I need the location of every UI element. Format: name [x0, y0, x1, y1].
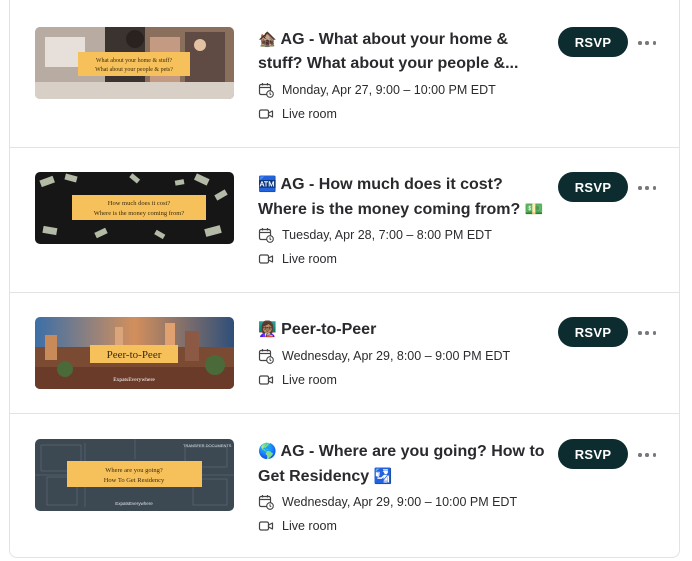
event-location: Live room [258, 371, 337, 389]
more-horizontal-icon [638, 453, 642, 457]
video-camera-icon [258, 521, 274, 531]
thumbnail-text-line: ExpatsEverywhere [115, 501, 153, 506]
event-date: Monday, Apr 27, 9:00 – 10:00 PM EDT [258, 81, 496, 99]
event-date: Tuesday, Apr 28, 7:00 – 8:00 PM EDT [258, 226, 492, 244]
event-emoji: 🌎 [258, 442, 277, 460]
event-title-text: AG - How much does it cost? Where is the… [258, 176, 521, 218]
event-row[interactable]: How much does it cost? Where is the mone… [10, 148, 679, 293]
rsvp-button[interactable]: RSVP [558, 27, 628, 57]
event-title[interactable]: 🌎 AG - Where are you going? How to Get R… [258, 439, 553, 489]
event-emoji: 🏚️ [258, 30, 277, 48]
more-options-button[interactable] [638, 38, 656, 48]
event-date: Wednesday, Apr 29, 9:00 – 10:00 PM EDT [258, 493, 517, 511]
event-location-text: Live room [282, 519, 337, 533]
event-thumbnail[interactable]: Peer-to-Peer ExpatsEverywhere [35, 317, 234, 389]
calendar-clock-icon [258, 83, 274, 98]
video-camera-icon [258, 375, 274, 385]
event-thumbnail[interactable]: What about your home & stuff? What about… [35, 27, 234, 99]
thumbnail-text-line: What about your home & stuff? [96, 57, 173, 64]
thumbnail-text-line: Where are you going? [105, 467, 163, 474]
event-location-text: Live room [282, 107, 337, 121]
event-title-suffix-emoji: 💵 [524, 200, 544, 218]
thumbnail-text-line: What about your people & pets? [95, 67, 173, 73]
event-list: What about your home & stuff? What about… [9, 0, 680, 558]
event-emoji: 👩🏽‍🏫 [258, 320, 277, 338]
thumbnail-text-line: TRANSFER DOCUMENTS [183, 443, 232, 448]
video-camera-icon [258, 254, 274, 264]
event-title[interactable]: 👩🏽‍🏫 Peer-to-Peer [258, 317, 553, 342]
event-emoji: 🏧 [258, 175, 277, 193]
event-thumbnail[interactable]: TRANSFER DOCUMENTS Where are you going? … [35, 439, 234, 511]
event-date-text: Wednesday, Apr 29, 9:00 – 10:00 PM EDT [282, 495, 518, 509]
event-date-text: Monday, Apr 27, 9:00 – 10:00 PM EDT [282, 83, 496, 97]
calendar-clock-icon [258, 349, 274, 364]
thumbnail-text-line: ExpatsEverywhere [113, 377, 155, 383]
event-title[interactable]: 🏧 AG - How much does it cost? Where is t… [258, 172, 553, 222]
event-title[interactable]: 🏚️ AG - What about your home & stuff? Wh… [258, 27, 553, 76]
thumbnail-text-line: How To Get Residency [104, 477, 165, 484]
event-title-text: AG - Where are you going? How to Get Res… [258, 443, 545, 485]
rsvp-button[interactable]: RSVP [558, 172, 628, 202]
thumbnail-text-line: Peer-to-Peer [107, 349, 162, 361]
event-location-text: Live room [282, 373, 337, 387]
event-location: Live room [258, 105, 337, 123]
event-title-text: AG - What about your home & stuff? What … [258, 31, 519, 72]
video-camera-icon [258, 109, 274, 119]
event-location: Live room [258, 250, 337, 268]
event-title-suffix-emoji: 🛂 [373, 467, 393, 485]
more-options-button[interactable] [638, 328, 656, 338]
rsvp-button[interactable]: RSVP [558, 439, 628, 469]
event-row[interactable]: TRANSFER DOCUMENTS Where are you going? … [10, 414, 679, 558]
event-date-text: Wednesday, Apr 29, 8:00 – 9:00 PM EDT [282, 349, 511, 363]
event-thumbnail[interactable]: How much does it cost? Where is the mone… [35, 172, 234, 244]
event-date-text: Tuesday, Apr 28, 7:00 – 8:00 PM EDT [282, 228, 492, 242]
event-title-text: Peer-to-Peer [281, 321, 377, 338]
event-location-text: Live room [282, 252, 337, 266]
event-date: Wednesday, Apr 29, 8:00 – 9:00 PM EDT [258, 347, 510, 365]
event-location: Live room [258, 517, 337, 535]
rsvp-button[interactable]: RSVP [558, 317, 628, 347]
calendar-clock-icon [258, 228, 274, 243]
more-horizontal-icon [638, 186, 642, 190]
thumbnail-text-line: How much does it cost? [108, 200, 171, 207]
more-options-button[interactable] [638, 450, 656, 460]
thumbnail-text-line: Where is the money coming from? [94, 210, 185, 217]
more-horizontal-icon [638, 331, 642, 335]
calendar-clock-icon [258, 495, 274, 510]
event-row[interactable]: What about your home & stuff? What about… [10, 0, 679, 148]
more-options-button[interactable] [638, 183, 656, 193]
event-row[interactable]: Peer-to-Peer ExpatsEverywhere 👩🏽‍🏫 Peer-… [10, 293, 679, 414]
more-horizontal-icon [638, 41, 642, 45]
